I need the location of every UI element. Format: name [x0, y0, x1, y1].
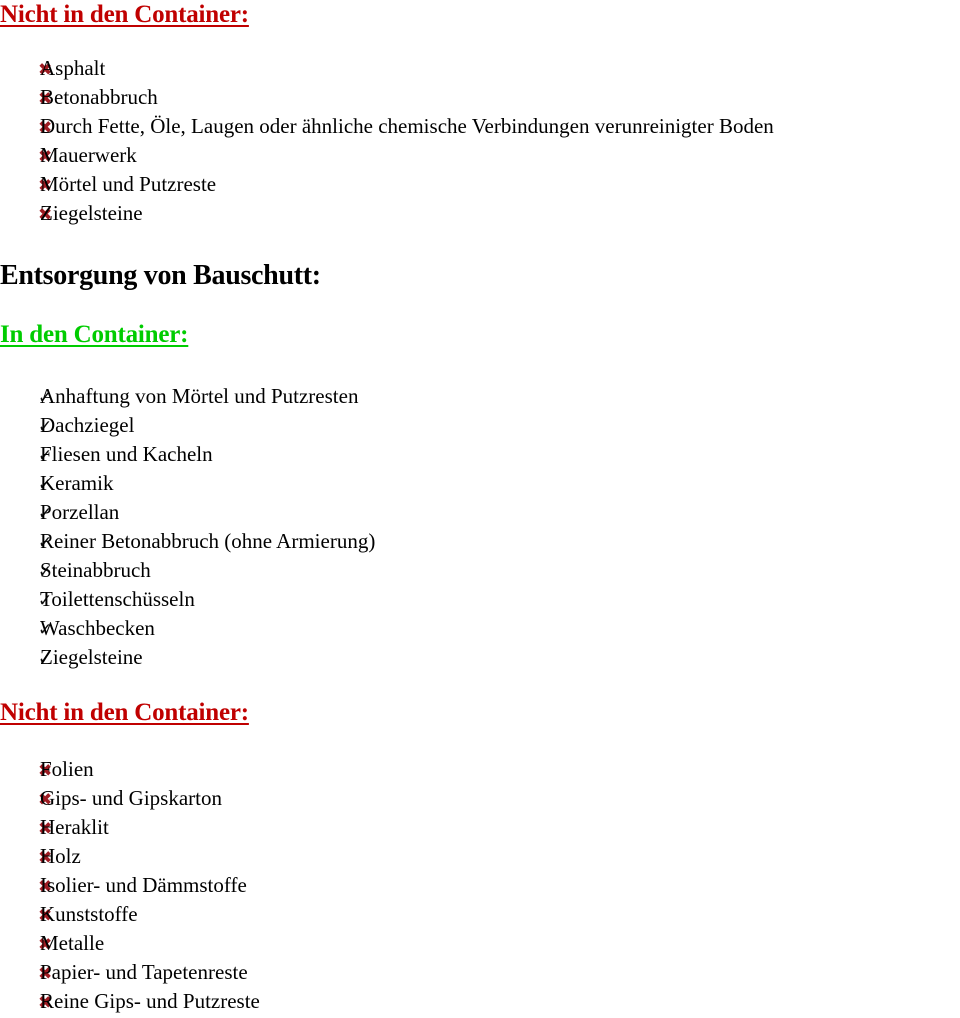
list-item: ✓ Toilettenschüsseln [0, 585, 375, 614]
check-mark-icon: ✓ [38, 649, 53, 669]
list-item-label: Anhaftung von Mörtel und Putzresten [40, 384, 359, 408]
list-item-label: Isolier- und Dämmstoffe [40, 873, 247, 897]
list-item-label: Metalle [40, 931, 105, 955]
cross-mark-icon: ✖ [38, 147, 53, 167]
list-item: ✖ Holz [0, 842, 260, 871]
list-item: ✖ Ziegelsteine [0, 199, 774, 228]
list-item: ✖ Papier- und Tapetenreste [0, 958, 260, 987]
list-item-label: Folien [40, 757, 94, 781]
list-item: ✖ Metalle [0, 929, 260, 958]
list-item: ✖ Asphalt [0, 54, 774, 83]
check-mark-icon: ✓ [38, 475, 53, 495]
excluded-list: ✖ Folien ✖ Gips- und Gipskarton ✖ Herakl… [0, 755, 260, 1016]
list-item: ✓ Waschbecken [0, 614, 375, 643]
list-item-label: Waschbecken [40, 616, 155, 640]
list-item-label: Kunststoffe [40, 902, 138, 926]
check-mark-icon: ✓ [38, 591, 53, 611]
top-excluded-list-block: ✖ Asphalt ✖ Betonabbruch ✖ Durch Fette, … [0, 54, 774, 228]
cross-mark-icon: ✖ [38, 819, 53, 839]
list-item: ✓ Reiner Betonabbruch (ohne Armierung) [0, 527, 375, 556]
list-item-label: Heraklit [40, 815, 109, 839]
list-item: ✖ Gips- und Gipskarton [0, 784, 260, 813]
list-item: ✖ Durch Fette, Öle, Laugen oder ähnliche… [0, 112, 774, 141]
list-item-label: Steinabbruch [40, 558, 151, 582]
check-mark-icon: ✓ [38, 446, 53, 466]
list-item-label: Porzellan [40, 500, 120, 524]
list-item: ✖ Betonabbruch [0, 83, 774, 112]
check-mark-icon: ✓ [38, 417, 53, 437]
check-mark-icon: ✓ [38, 620, 53, 640]
list-item: ✓ Porzellan [0, 498, 375, 527]
cross-mark-icon: ✖ [38, 877, 53, 897]
included-heading-block: In den Container: [0, 321, 189, 348]
list-item-label: Mörtel und Putzreste [40, 172, 217, 196]
list-item-label: Mauerwerk [40, 143, 137, 167]
top-excluded-heading-block: Nicht in den Container: [0, 1, 249, 28]
list-item-label: Ziegelsteine [40, 645, 143, 669]
list-item: ✓ Steinabbruch [0, 556, 375, 585]
check-mark-icon: ✓ [38, 388, 53, 408]
cross-mark-icon: ✖ [38, 176, 53, 196]
cross-mark-icon: ✖ [38, 118, 53, 138]
list-item-label: Asphalt [40, 56, 106, 80]
main-heading-block: Entsorgung von Bauschutt: [0, 260, 321, 291]
check-mark-icon: ✓ [38, 504, 53, 524]
list-item-label: Keramik [40, 471, 114, 495]
included-list: ✓ Anhaftung von Mörtel und Putzresten ✓ … [0, 382, 375, 672]
list-item-label: Holz [40, 844, 81, 868]
list-item: ✓ Dachziegel [0, 411, 375, 440]
list-item-label: Durch Fette, Öle, Laugen oder ähnliche c… [40, 114, 774, 138]
check-mark-icon: ✓ [38, 533, 53, 553]
included-heading: In den Container: [0, 321, 189, 348]
cross-mark-icon: ✖ [38, 993, 53, 1013]
list-item-label: Gips- und Gipskarton [40, 786, 222, 810]
list-item: ✓ Fliesen und Kacheln [0, 440, 375, 469]
cross-mark-icon: ✖ [38, 205, 53, 225]
list-item: ✓ Keramik [0, 469, 375, 498]
list-item-label: Reine Gips- und Putzreste [40, 989, 260, 1013]
list-item-label: Reiner Betonabbruch (ohne Armierung) [40, 529, 376, 553]
top-excluded-list: ✖ Asphalt ✖ Betonabbruch ✖ Durch Fette, … [0, 54, 774, 228]
list-item: ✖ Kunststoffe [0, 900, 260, 929]
excluded-heading: Nicht in den Container: [0, 699, 249, 726]
document-page: Nicht in den Container: ✖ Asphalt ✖ Beto… [0, 0, 960, 1016]
cross-mark-icon: ✖ [38, 848, 53, 868]
list-item: ✖ Mauerwerk [0, 141, 774, 170]
excluded-list-block: ✖ Folien ✖ Gips- und Gipskarton ✖ Herakl… [0, 755, 260, 1016]
cross-mark-icon: ✖ [38, 89, 53, 109]
list-item: ✓ Anhaftung von Mörtel und Putzresten [0, 382, 375, 411]
check-mark-icon: ✓ [38, 562, 53, 582]
cross-mark-icon: ✖ [38, 964, 53, 984]
list-item: ✖ Isolier- und Dämmstoffe [0, 871, 260, 900]
cross-mark-icon: ✖ [38, 906, 53, 926]
list-item: ✖ Reine Gips- und Putzreste [0, 987, 260, 1016]
list-item-label: Toilettenschüsseln [40, 587, 195, 611]
cross-mark-icon: ✖ [38, 60, 53, 80]
list-item: ✖ Mörtel und Putzreste [0, 170, 774, 199]
cross-mark-icon: ✖ [38, 761, 53, 781]
list-item-label: Papier- und Tapetenreste [40, 960, 248, 984]
cross-mark-icon: ✖ [38, 790, 53, 810]
list-item: ✖ Folien [0, 755, 260, 784]
list-item-label: Ziegelsteine [40, 201, 143, 225]
list-item-label: Betonabbruch [40, 85, 158, 109]
list-item: ✖ Heraklit [0, 813, 260, 842]
list-item: ✓ Ziegelsteine [0, 643, 375, 672]
excluded-heading-block: Nicht in den Container: [0, 699, 249, 726]
included-list-block: ✓ Anhaftung von Mörtel und Putzresten ✓ … [0, 382, 375, 672]
top-excluded-heading: Nicht in den Container: [0, 1, 249, 28]
list-item-label: Dachziegel [40, 413, 135, 437]
list-item-label: Fliesen und Kacheln [40, 442, 213, 466]
cross-mark-icon: ✖ [38, 935, 53, 955]
page-title: Entsorgung von Bauschutt: [0, 260, 321, 291]
